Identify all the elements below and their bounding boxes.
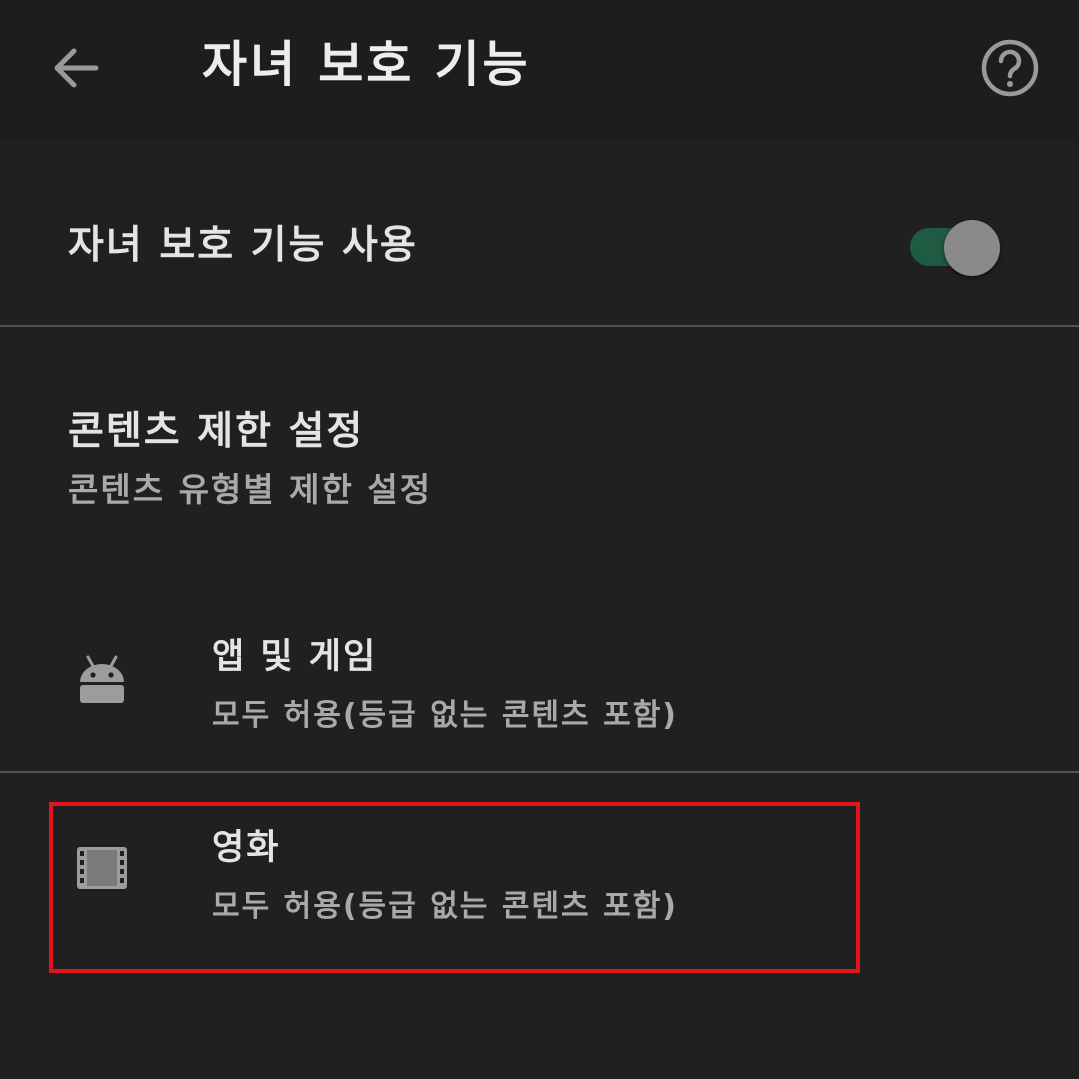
parental-controls-label: 자녀 보호 기능 사용: [68, 223, 418, 268]
help-button[interactable]: [980, 38, 1040, 98]
switch-thumb: [944, 220, 1000, 276]
app-root: 자녀 보호 기능 자녀 보호 기능 사용 콘텐츠 제한 설정 콘텐츠 유형별 제…: [0, 0, 1079, 1079]
parental-controls-row[interactable]: 자녀 보호 기능 사용: [0, 150, 1079, 326]
list-item-apps-games[interactable]: 앱 및 게임 모두 허용(등급 없는 콘텐츠 포함): [0, 620, 1079, 770]
item-title: 앱 및 게임: [212, 637, 378, 677]
back-button[interactable]: [46, 38, 106, 98]
item-title: 영화: [212, 828, 281, 868]
item-subtitle: 모두 허용(등급 없는 콘텐츠 포함): [212, 698, 678, 733]
divider: [0, 325, 1079, 327]
parental-controls-switch[interactable]: [910, 220, 1002, 276]
list-item-movies[interactable]: 영화 모두 허용(등급 없는 콘텐츠 포함): [0, 812, 1079, 962]
divider: [0, 771, 1079, 773]
page-title: 자녀 보호 기능: [202, 36, 531, 93]
content-restrictions-title: 콘텐츠 제한 설정: [68, 409, 365, 454]
item-subtitle: 모두 허용(등급 없는 콘텐츠 포함): [212, 889, 678, 924]
arrow-left-icon: [54, 48, 99, 88]
top-app-bar: 자녀 보호 기능: [0, 0, 1079, 142]
android-icon: [74, 652, 130, 708]
film-icon: [74, 840, 130, 896]
content-restrictions-subtitle: 콘텐츠 유형별 제한 설정: [68, 470, 433, 509]
help-circle-icon: [981, 39, 1039, 97]
